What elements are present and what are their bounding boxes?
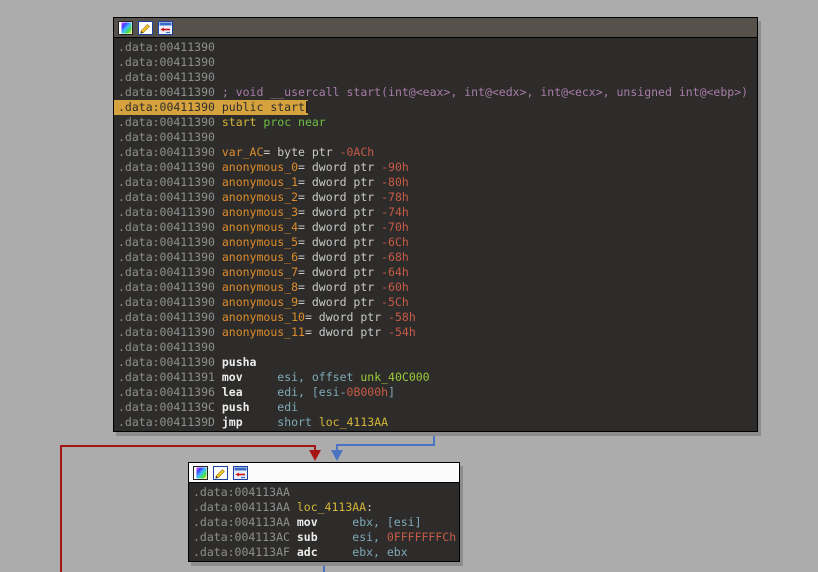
edge-loopback-red [60,445,316,447]
asm-line[interactable]: .data:004113AC sub esi, 0FFFFFFFCh [193,530,459,545]
edit-node-icon[interactable] [138,20,153,35]
node-color-palette-icon[interactable] [193,465,208,480]
asm-line[interactable]: .data:00411390 anonymous_2= dword ptr -7… [118,190,757,205]
asm-line[interactable]: .data:00411390 anonymous_7= dword ptr -6… [118,265,757,280]
asm-line[interactable]: .data:00411390 anonymous_9= dword ptr -5… [118,295,757,310]
asm-line[interactable]: .data:004113AA [193,485,459,500]
basic-block-loc-4113aa[interactable]: .data:004113AA .data:004113AA loc_4113AA:… [188,462,460,562]
asm-line[interactable]: .data:00411390 anonymous_4= dword ptr -7… [118,220,757,235]
group-nodes-icon[interactable] [158,20,173,35]
asm-line[interactable]: .data:0041139C push edi [118,400,757,415]
asm-line[interactable]: .data:00411390 [118,130,757,145]
asm-line[interactable]: .data:00411390 anonymous_0= dword ptr -9… [118,160,757,175]
edge-jmp-blue [336,444,435,446]
asm-line[interactable]: .data:00411390 anonymous_11= dword ptr -… [118,325,757,340]
disassembly-listing: .data:004113AA .data:004113AA loc_4113AA:… [189,483,459,561]
edge-loopback-red [60,445,62,572]
asm-line[interactable]: .data:00411390 public start [114,100,308,115]
node-title-bar[interactable] [189,463,459,483]
asm-line[interactable]: .data:00411396 lea edi, [esi-0B000h] [118,385,757,400]
asm-line[interactable]: .data:00411390 start proc near [118,115,757,130]
asm-line[interactable]: .data:00411390 pusha [118,355,757,370]
asm-line[interactable]: .data:004113AA loc_4113AA: [193,500,459,515]
asm-line[interactable]: .data:00411390 [118,40,757,55]
disassembly-listing: .data:00411390 .data:00411390 .data:004113… [114,38,757,431]
node-color-palette-icon[interactable] [118,20,133,35]
group-nodes-icon[interactable] [233,465,248,480]
graph-canvas[interactable]: .data:00411390 .data:00411390 .data:004113… [0,0,818,572]
asm-line[interactable]: .data:00411390 anonymous_1= dword ptr -8… [118,175,757,190]
edge-jmp-blue-arrowhead [331,450,343,461]
asm-line[interactable]: .data:00411390 anonymous_6= dword ptr -6… [118,250,757,265]
asm-line[interactable]: .data:00411390 [118,340,757,355]
asm-line[interactable]: .data:00411390 anonymous_5= dword ptr -6… [118,235,757,250]
asm-line[interactable]: .data:00411391 mov esi, offset unk_40C00… [118,370,757,385]
asm-line[interactable]: .data:004113AA mov ebx, [esi] [193,515,459,530]
edit-node-icon[interactable] [213,465,228,480]
edge-loopback-red-arrowhead [309,450,321,461]
asm-line[interactable]: .data:00411390 anonymous_10= dword ptr -… [118,310,757,325]
asm-line[interactable]: .data:00411390 [118,55,757,70]
text-cursor [305,101,308,113]
asm-line[interactable]: .data:00411390 anonymous_3= dword ptr -7… [118,205,757,220]
asm-line[interactable]: .data:0041139D jmp short loc_4113AA [118,415,757,430]
basic-block-start[interactable]: .data:00411390 .data:00411390 .data:004113… [113,17,758,432]
node-title-bar[interactable] [114,18,757,38]
asm-line[interactable]: .data:004113AF adc ebx, ebx [193,545,459,560]
asm-line[interactable]: .data:00411390 var_AC= byte ptr -0ACh [118,145,757,160]
asm-line[interactable]: .data:00411390 anonymous_8= dword ptr -6… [118,280,757,295]
asm-line[interactable]: .data:00411390 [118,70,757,85]
asm-line[interactable]: .data:00411390 ; void __usercall start(i… [118,85,757,100]
